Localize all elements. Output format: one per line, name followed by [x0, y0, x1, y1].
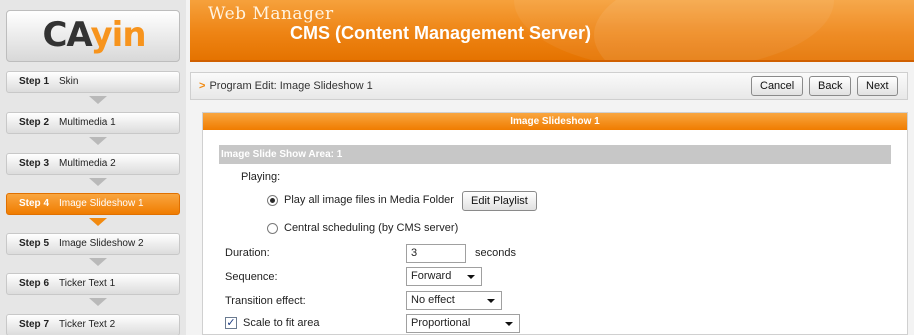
sequence-label: Sequence:: [225, 271, 278, 283]
panel-title: Image Slideshow 1: [203, 113, 907, 130]
step-2-multimedia-1[interactable]: Step 2 Multimedia 1: [6, 112, 180, 134]
chevron-down-icon: [505, 322, 513, 326]
logo-box: CAyin: [6, 10, 180, 62]
sidebar: CAyin Step 1 Skin Step 2 Multimedia 1 Step…: [0, 0, 186, 335]
step-arrow-icon: [89, 96, 107, 104]
step-6-ticker-text-1[interactable]: Step 6 Ticker Text 1: [6, 273, 180, 295]
media-folder-radio[interactable]: [267, 195, 278, 206]
toolbar: > Program Edit: Image Slideshow 1 Cancel …: [190, 72, 908, 100]
duration-input[interactable]: 3: [406, 244, 466, 263]
duration-label: Duration:: [225, 247, 270, 259]
back-button[interactable]: Back: [809, 76, 852, 96]
sequence-select[interactable]: Forward: [406, 267, 482, 286]
scale-mode-select[interactable]: Proportional: [406, 314, 520, 333]
header-title: Web Manager: [208, 4, 334, 24]
step-arrow-icon: [89, 258, 107, 266]
area-title-bar: Image Slide Show Area: 1: [219, 145, 891, 164]
duration-unit: seconds: [475, 247, 516, 259]
step-arrow-icon: [89, 137, 107, 145]
central-scheduling-radio[interactable]: [267, 223, 278, 234]
next-button[interactable]: Next: [857, 76, 898, 96]
step-arrow-icon: [89, 178, 107, 186]
breadcrumb: > Program Edit: Image Slideshow 1: [199, 80, 373, 92]
chevron-down-icon: [487, 299, 495, 303]
central-scheduling-option-label: Central scheduling (by CMS server): [284, 222, 459, 234]
step-7-ticker-text-2[interactable]: Step 7 Ticker Text 2: [6, 314, 180, 335]
cancel-button[interactable]: Cancel: [751, 76, 804, 96]
media-folder-option-label: Play all image files in Media Folder: [284, 194, 454, 206]
step-arrow-icon: [89, 218, 107, 226]
step-arrow-icon: [89, 298, 107, 306]
scale-to-fit-label: Scale to fit area: [243, 317, 320, 329]
header-banner: Web Manager CMS (Content Management Serv…: [190, 0, 914, 62]
step-5-image-slideshow-2[interactable]: Step 5 Image Slideshow 2: [6, 233, 180, 255]
step-1-skin[interactable]: Step 1 Skin: [6, 71, 180, 93]
transition-effect-select[interactable]: No effect: [406, 291, 502, 310]
header-subtitle: CMS (Content Management Server): [290, 23, 592, 43]
step-4-image-slideshow-1[interactable]: Step 4 Image Slideshow 1: [6, 193, 180, 215]
step-3-multimedia-2[interactable]: Step 3 Multimedia 2: [6, 153, 180, 175]
cayin-logo: CAyin: [42, 15, 146, 55]
scale-to-fit-checkbox[interactable]: ✓: [225, 317, 237, 329]
edit-playlist-button[interactable]: Edit Playlist: [462, 191, 537, 211]
transition-effect-label: Transition effect:: [225, 295, 306, 307]
chevron-right-icon: >: [199, 80, 206, 92]
chevron-down-icon: [467, 275, 475, 279]
playing-label: Playing:: [241, 171, 281, 183]
main-panel: Image Slideshow 1 Image Slide Show Area:…: [202, 112, 908, 335]
